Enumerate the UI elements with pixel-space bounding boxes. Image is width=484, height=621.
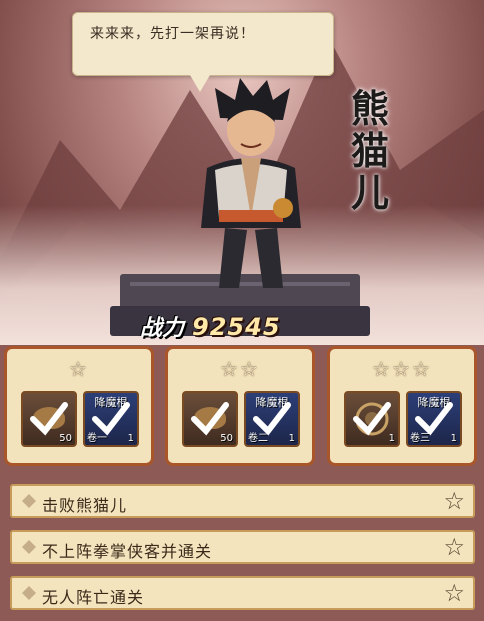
diamond-bullet-icon bbox=[22, 586, 36, 600]
item-bottom-label: 卷一 bbox=[87, 433, 107, 444]
star-outline-icon: ☆ bbox=[443, 533, 465, 561]
dialog-bubble: 来来来，先打一架再说！ bbox=[72, 12, 334, 92]
reward-item-scroll[interactable]: 降魔棍 卷三 1 bbox=[406, 391, 462, 447]
item-count: 1 bbox=[127, 433, 134, 444]
dialog-text: 来来来，先打一架再说！ bbox=[90, 26, 255, 42]
reward-tier-1: ☆ 50 降魔棍 卷一 1 bbox=[4, 346, 154, 466]
item-count: 1 bbox=[450, 433, 457, 444]
item-count: 50 bbox=[220, 433, 233, 444]
tier-stars: ☆ bbox=[69, 357, 89, 381]
item-count: 50 bbox=[59, 433, 72, 444]
check-icon bbox=[353, 402, 391, 436]
reward-item-gold-ingot[interactable]: 50 bbox=[21, 391, 77, 447]
combat-power-value: 92545 bbox=[192, 313, 281, 341]
boss-name: 熊猫儿 bbox=[350, 87, 389, 215]
item-bottom-label: 卷二 bbox=[248, 433, 268, 444]
tier-stars: ☆☆☆ bbox=[372, 357, 432, 381]
reward-item-scroll[interactable]: 降魔棍 卷一 1 bbox=[83, 391, 139, 447]
tier-stars: ☆☆ bbox=[220, 357, 260, 381]
reward-tier-3: ☆☆☆ 1 降魔棍 卷三 1 bbox=[327, 346, 477, 466]
item-count: 1 bbox=[388, 433, 395, 444]
combat-power: 战力 92545 bbox=[140, 310, 281, 342]
reward-item-orb[interactable]: 1 bbox=[344, 391, 400, 447]
combat-power-label: 战力 bbox=[140, 316, 185, 341]
diamond-bullet-icon bbox=[22, 494, 36, 508]
star-condition-row: 无人阵亡通关 ☆ bbox=[10, 576, 475, 610]
item-count: 1 bbox=[288, 433, 295, 444]
item-bottom-label: 卷三 bbox=[410, 433, 430, 444]
boss-character-portrait[interactable] bbox=[185, 78, 315, 308]
condition-text: 不上阵拳掌侠客并通关 bbox=[42, 542, 213, 561]
condition-text: 击败熊猫儿 bbox=[42, 496, 128, 515]
diamond-bullet-icon bbox=[22, 540, 36, 554]
star-condition-row: 击败熊猫儿 ☆ bbox=[10, 484, 475, 518]
star-outline-icon: ☆ bbox=[443, 579, 465, 607]
reward-item-scroll[interactable]: 降魔棍 卷二 1 bbox=[244, 391, 300, 447]
star-condition-row: 不上阵拳掌侠客并通关 ☆ bbox=[10, 530, 475, 564]
reward-tier-2: ☆☆ 50 降魔棍 卷二 1 bbox=[165, 346, 315, 466]
condition-text: 无人阵亡通关 bbox=[42, 588, 145, 607]
star-outline-icon: ☆ bbox=[443, 487, 465, 515]
reward-item-gold-ingot[interactable]: 50 bbox=[182, 391, 238, 447]
